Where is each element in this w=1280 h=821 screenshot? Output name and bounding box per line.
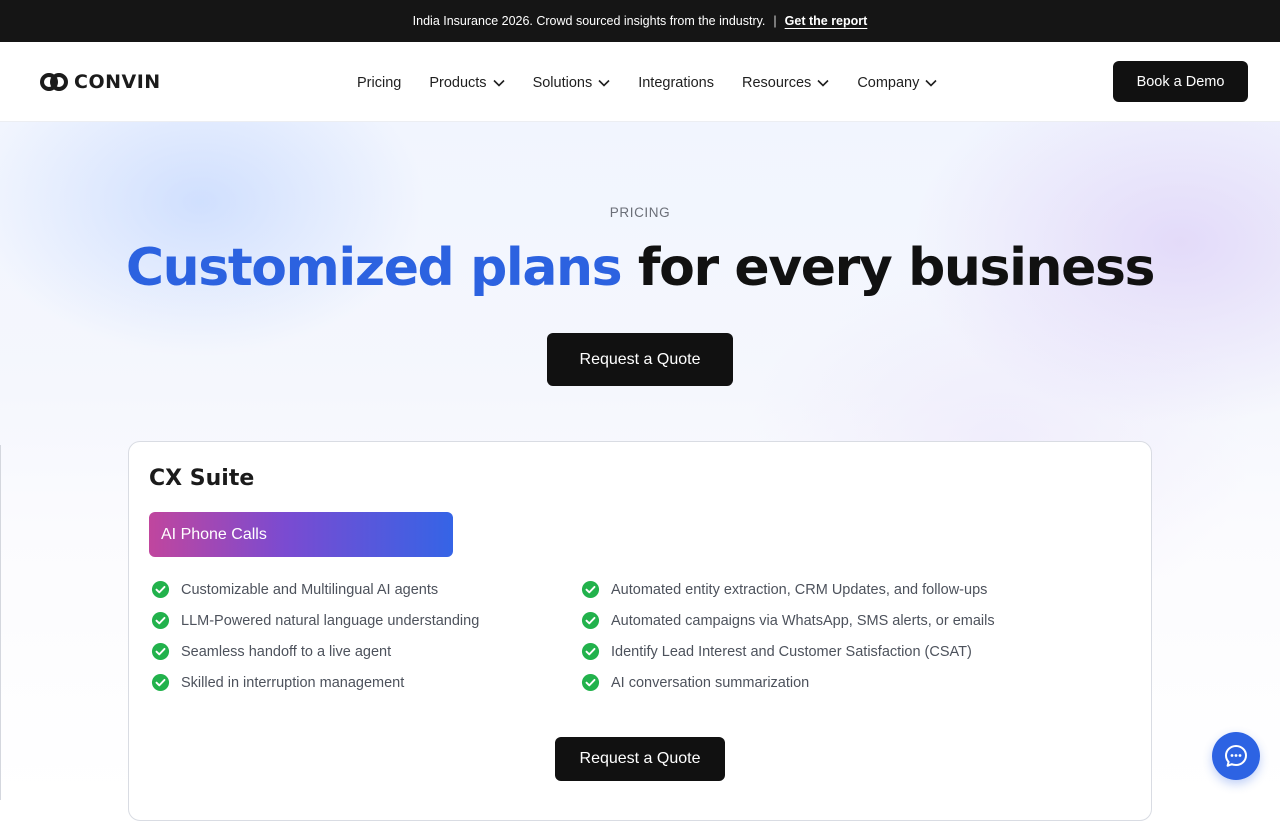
check-circle-icon xyxy=(581,673,600,692)
chevron-down-icon xyxy=(598,79,610,87)
list-item: Customizable and Multilingual AI agents xyxy=(151,580,438,599)
card-title: CX Suite xyxy=(149,466,255,491)
headline-rest: for every business xyxy=(621,238,1156,298)
nav-label: Company xyxy=(857,75,920,91)
page-title: Customized plans for every business xyxy=(0,238,1280,298)
check-circle-icon xyxy=(581,642,600,661)
headline-accent: Customized plans xyxy=(125,238,623,298)
nav-item-products[interactable]: Products xyxy=(429,75,505,91)
ai-phone-calls-tab[interactable]: AI Phone Calls xyxy=(149,512,453,557)
nav-item-resources[interactable]: Resources xyxy=(742,75,829,91)
main-nav: Pricing Products Solutions Integrations … xyxy=(357,72,965,94)
nav-label: Products xyxy=(429,75,487,91)
check-circle-icon xyxy=(151,642,170,661)
list-item: Identify Lead Interest and Customer Sati… xyxy=(581,642,972,661)
feature-text: Automated entity extraction, CRM Updates… xyxy=(611,581,988,598)
chevron-down-icon xyxy=(492,79,505,87)
list-item: Skilled in interruption management xyxy=(151,673,404,692)
convin-logo-icon xyxy=(40,73,68,91)
check-circle-icon xyxy=(151,580,170,599)
announcement-bar: India Insurance 2026. Crowd sourced insi… xyxy=(0,0,1280,42)
feature-text: Skilled in interruption management xyxy=(181,674,405,691)
book-demo-button[interactable]: Book a Demo xyxy=(1113,61,1248,102)
announcement-separator: | xyxy=(773,14,777,28)
nav-label: Solutions xyxy=(532,75,593,91)
feature-text: LLM-Powered natural language understandi… xyxy=(181,612,480,629)
nav-label: Resources xyxy=(742,75,812,91)
check-circle-icon xyxy=(581,580,600,599)
chat-launcher[interactable] xyxy=(1212,732,1260,780)
feature-text: Seamless handoff to a live agent xyxy=(181,643,392,660)
logo-text: CONVIN xyxy=(74,71,161,93)
chat-bubble-icon xyxy=(1223,743,1249,769)
list-item: Seamless handoff to a live agent xyxy=(151,642,391,661)
get-report-link[interactable]: Get the report xyxy=(785,14,868,28)
site-header: CONVIN Pricing Products Solutions Integr… xyxy=(0,42,1280,122)
request-quote-button[interactable]: Request a Quote xyxy=(547,333,733,386)
check-circle-icon xyxy=(151,611,170,630)
request-quote-card-button[interactable]: Request a Quote xyxy=(555,737,725,781)
logo[interactable]: CONVIN xyxy=(40,71,161,93)
feature-text: Customizable and Multilingual AI agents xyxy=(181,581,439,598)
divider xyxy=(0,445,1,800)
chevron-down-icon xyxy=(925,79,937,87)
list-item: LLM-Powered natural language understandi… xyxy=(151,611,479,630)
nav-item-integrations[interactable]: Integrations xyxy=(638,75,714,91)
feature-text: AI conversation summarization xyxy=(611,674,810,691)
feature-text: Automated campaigns via WhatsApp, SMS al… xyxy=(611,612,995,629)
chevron-down-icon xyxy=(817,79,829,87)
check-circle-icon xyxy=(581,611,600,630)
list-item: Automated campaigns via WhatsApp, SMS al… xyxy=(581,611,995,630)
list-item: AI conversation summarization xyxy=(581,673,809,692)
nav-item-solutions[interactable]: Solutions xyxy=(533,75,611,91)
cx-suite-card: CX Suite AI Phone Calls Customizable and… xyxy=(128,441,1152,821)
nav-item-company[interactable]: Company xyxy=(857,75,937,91)
nav-label: Pricing xyxy=(357,75,402,91)
feature-text: Identify Lead Interest and Customer Sati… xyxy=(611,643,972,660)
check-circle-icon xyxy=(151,673,170,692)
nav-item-pricing[interactable]: Pricing xyxy=(357,75,401,91)
list-item: Automated entity extraction, CRM Updates… xyxy=(581,580,987,599)
nav-label: Integrations xyxy=(638,75,714,91)
announcement-text: India Insurance 2026. Crowd sourced insi… xyxy=(412,14,766,28)
pricing-eyebrow: PRICING xyxy=(609,205,671,220)
